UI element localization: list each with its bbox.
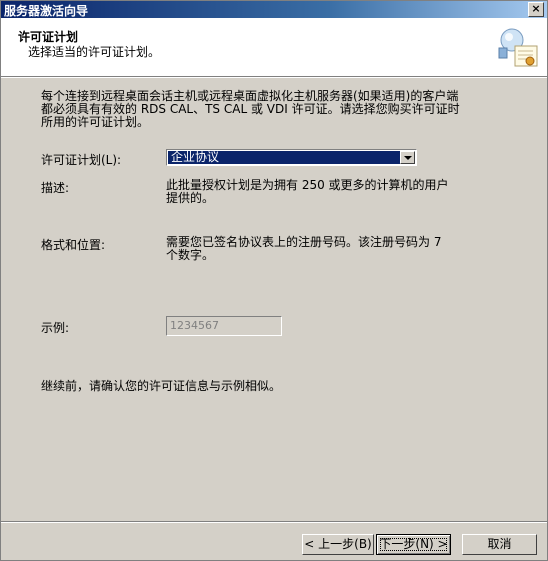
certificate-icon [498,28,538,67]
format-value: 需要您已签名协议表上的注册号码。该注册号码为 7 个数字。 [166,235,442,262]
chevron-down-icon[interactable] [400,151,415,164]
footer-separator-highlight [1,522,547,523]
description-value: 此批量授权计划是为拥有 250 或更多的计算机的用户提供的。 [166,178,449,205]
title-bar[interactable]: 服务器激活向导 × [1,1,547,18]
wizard-header: 许可证计划 选择适当的许可证计划。 [1,18,547,77]
close-button[interactable]: × [528,2,544,17]
focus-rect [380,538,447,551]
description-label: 描述: [41,181,70,195]
page-subtitle: 选择适当的许可证计划。 [28,45,161,59]
license-plan-dropdown[interactable]: 企业协议 [166,149,417,166]
format-label: 格式和位置: [41,238,106,252]
close-icon: × [531,2,541,15]
next-button[interactable]: 下一步(N) > [376,534,451,555]
wizard-window: 服务器激活向导 × 许可证计划 选择适当的许可证计划。 每个连接到远程桌面会话主… [0,0,548,561]
header-separator [1,77,547,78]
back-button[interactable]: < 上一步(B) [302,534,374,555]
example-field: 1234567 [166,316,282,336]
confirm-note: 继续前，请确认您的许可证信息与示例相似。 [41,379,282,393]
cancel-button[interactable]: 取消 [462,534,537,555]
plan-label: 许可证计划(L): [41,153,122,167]
example-label: 示例: [41,321,70,335]
license-plan-selected: 企业协议 [168,151,402,164]
window-title: 服务器激活向导 [4,4,89,18]
intro-text: 每个连接到远程桌面会话主机或远程桌面虚拟化主机服务器(如果适用)的客户端都必须具… [41,89,460,129]
